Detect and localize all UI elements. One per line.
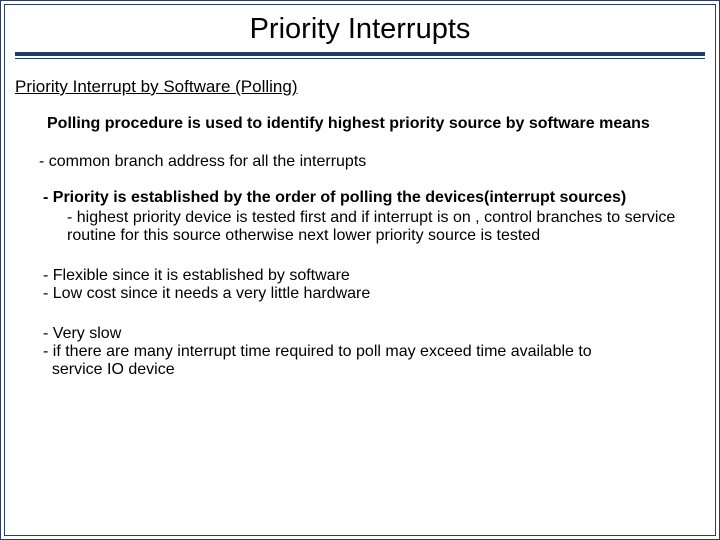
slide-outer-border: Priority Interrupts Priority Interrupt b… <box>0 0 720 540</box>
advantage-low-cost: - Low cost since it needs a very little … <box>43 285 703 303</box>
disadvantages-block: - Very slow - if there are many interrup… <box>43 325 703 379</box>
section-subheading: Priority Interrupt by Software (Polling) <box>15 77 705 97</box>
bullet-common-branch: - common branch address for all the inte… <box>39 153 705 171</box>
disadvantage-slow: - Very slow <box>43 325 703 343</box>
title-rule-top <box>15 52 705 56</box>
bullet-priority-established: - Priority is established by the order o… <box>43 189 705 207</box>
slide-title: Priority Interrupts <box>246 11 475 48</box>
advantages-block: - Flexible since it is established by so… <box>43 267 703 303</box>
title-wrap: Priority Interrupts <box>15 11 705 48</box>
disadvantage-poll-time-cont: service IO device <box>43 361 703 379</box>
sub-bullet-highest-priority: - highest priority device is tested firs… <box>67 209 705 245</box>
title-rule-bottom <box>15 58 705 59</box>
disadvantage-poll-time: - if there are many interrupt time requi… <box>43 343 703 361</box>
intro-text: Polling procedure is used to identify hi… <box>47 115 687 133</box>
title-rule <box>15 52 705 59</box>
advantage-flexible: - Flexible since it is established by so… <box>43 267 703 285</box>
slide-inner: Priority Interrupts Priority Interrupt b… <box>4 4 716 536</box>
